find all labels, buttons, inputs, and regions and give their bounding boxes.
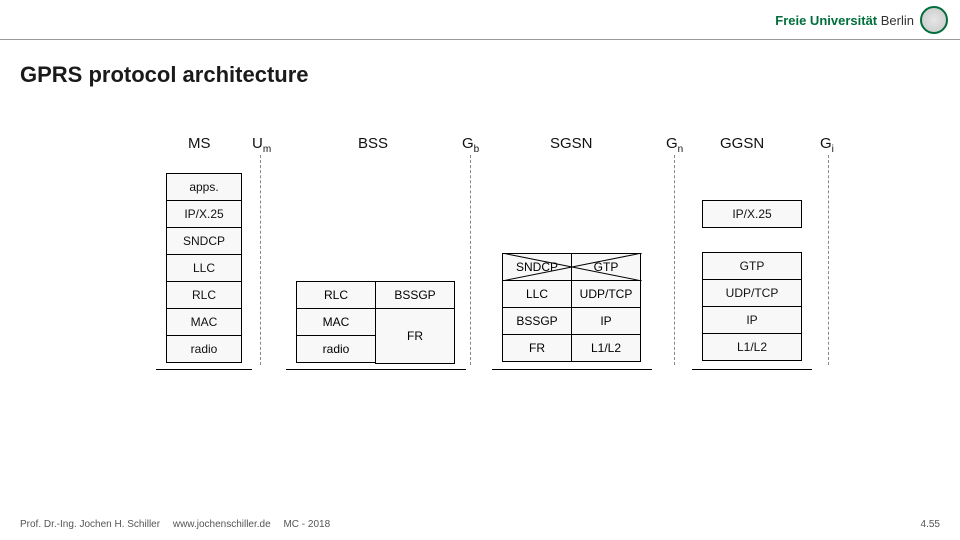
seal-icon <box>920 6 948 34</box>
iface-um: Um <box>252 135 271 155</box>
sgsn-udptcp: UDP/TCP <box>571 280 641 308</box>
baseline-bss <box>286 369 466 370</box>
sgsn-stack: SNDCP GTP LLC UDP/TCP BSSGP IP FR L1/L2 <box>502 253 641 362</box>
sgsn-cross-icon <box>502 253 642 281</box>
iface-gb-sub: b <box>474 144 480 155</box>
bss-stack: RLC BSSGP MAC radio FR <box>296 281 456 364</box>
sgsn-ip: IP <box>571 307 641 335</box>
iface-gn-base: G <box>666 135 678 152</box>
university-brand: Freie Universität Berlin <box>775 6 948 34</box>
footer-page: 4.55 <box>921 519 940 530</box>
bss-mac: MAC <box>296 308 376 336</box>
node-sgsn: SGSN <box>550 135 593 152</box>
dash-gb <box>470 155 471 365</box>
dash-gn <box>674 155 675 365</box>
iface-um-sub: m <box>263 144 271 155</box>
iface-gb: Gb <box>462 135 479 155</box>
footer-site: www.jochenschiller.de <box>173 519 271 530</box>
bss-fr: FR <box>375 308 455 364</box>
iface-um-base: U <box>252 135 263 152</box>
footer: Prof. Dr.-Ing. Jochen H. Schiller www.jo… <box>20 519 940 530</box>
ggsn-gtp: GTP <box>702 252 802 280</box>
sgsn-l1l2: L1/L2 <box>571 334 641 362</box>
sgsn-fr: FR <box>502 334 572 362</box>
dash-um <box>260 155 261 365</box>
bss-bssgp: BSSGP <box>375 281 455 309</box>
dash-gi <box>828 155 829 365</box>
node-bss: BSS <box>358 135 388 152</box>
baseline-ggsn <box>692 369 812 370</box>
bss-radio: radio <box>296 335 376 363</box>
ggsn-l1l2: L1/L2 <box>702 333 802 361</box>
iface-gn-sub: n <box>678 144 684 155</box>
ms-apps: apps. <box>166 173 242 201</box>
ms-llc: LLC <box>166 254 242 282</box>
uni-right: Berlin <box>881 13 914 28</box>
protocol-diagram: MS BSS SGSN GGSN Um Gb Gn Gi apps. IP/X.… <box>150 135 870 465</box>
ms-rlc: RLC <box>166 281 242 309</box>
sgsn-llc: LLC <box>502 280 572 308</box>
iface-gi-sub: i <box>832 144 834 155</box>
baseline-sgsn <box>492 369 652 370</box>
page-title: GPRS protocol architecture <box>20 62 309 88</box>
iface-gb-base: G <box>462 135 474 152</box>
ms-stack: apps. IP/X.25 SNDCP LLC RLC MAC radio <box>166 173 242 363</box>
footer-author: Prof. Dr.-Ing. Jochen H. Schiller <box>20 519 160 530</box>
node-ggsn: GGSN <box>720 135 764 152</box>
ms-radio: radio <box>166 335 242 363</box>
university-name: Freie Universität Berlin <box>775 13 914 28</box>
uni-left: Freie Universität <box>775 13 877 28</box>
iface-gn: Gn <box>666 135 683 155</box>
baseline-ms <box>156 369 252 370</box>
sgsn-bssgp: BSSGP <box>502 307 572 335</box>
ms-mac: MAC <box>166 308 242 336</box>
footer-course: MC - 2018 <box>283 519 330 530</box>
ms-ipx25: IP/X.25 <box>166 200 242 228</box>
ggsn-udptcp: UDP/TCP <box>702 279 802 307</box>
footer-left: Prof. Dr.-Ing. Jochen H. Schiller www.jo… <box>20 519 340 530</box>
bss-rlc: RLC <box>296 281 376 309</box>
node-ms: MS <box>188 135 211 152</box>
ms-sndcp: SNDCP <box>166 227 242 255</box>
ggsn-ip: IP <box>702 306 802 334</box>
iface-gi: Gi <box>820 135 834 155</box>
iface-gi-base: G <box>820 135 832 152</box>
ggsn-ipx25: IP/X.25 <box>702 200 802 228</box>
